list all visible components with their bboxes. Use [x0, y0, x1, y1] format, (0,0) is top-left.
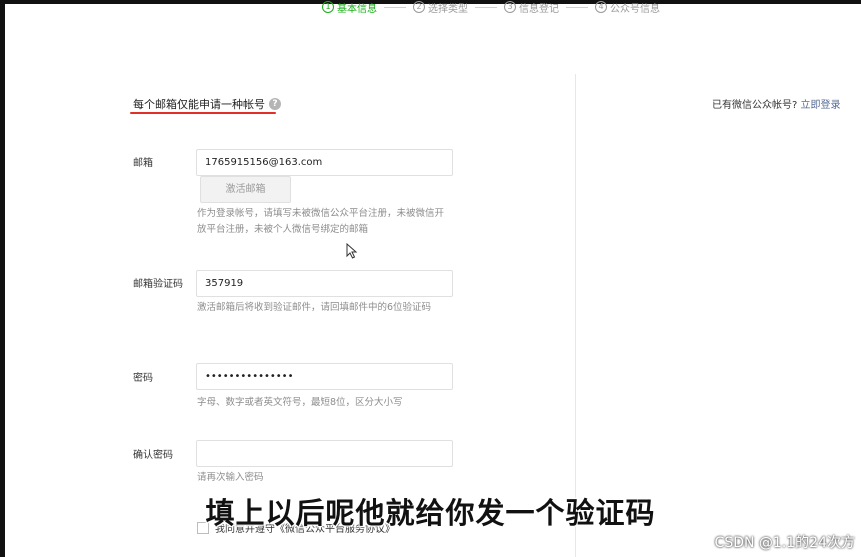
- step-connector: [384, 6, 406, 8]
- step-3-number: 3: [504, 1, 516, 13]
- step-3-label: 信息登记: [519, 3, 559, 15]
- email-label: 邮箱: [133, 158, 153, 169]
- help-icon[interactable]: ?: [269, 98, 281, 110]
- code-hint: 激活邮箱后将收到验证邮件，请回填邮件中的6位验证码: [197, 302, 432, 313]
- step-2-number: 2: [413, 1, 425, 13]
- step-4-label: 公众号信息: [610, 3, 660, 15]
- email-notice: 每个邮箱仅能申请一种帐号 ?: [133, 96, 281, 112]
- step-2: 2 选择类型: [413, 0, 468, 15]
- step-progress: 1 基本信息 2 选择类型 3 信息登记 4 公众号信息: [322, 0, 660, 15]
- step-1: 1 基本信息: [322, 0, 377, 15]
- step-connector: [566, 6, 588, 8]
- confirm-password-hint: 请再次输入密码: [197, 472, 264, 483]
- password-label: 密码: [133, 373, 153, 384]
- email-hint: 作为登录帐号，请填写未被微信公众平台注册，未被微信开放平台注册，未被个人微信号绑…: [197, 208, 445, 235]
- code-label: 邮箱验证码: [133, 279, 183, 290]
- left-edge-bar: [0, 0, 5, 557]
- confirm-password-label: 确认密码: [133, 450, 173, 461]
- step-1-label: 基本信息: [337, 3, 377, 15]
- password-input[interactable]: •••••••••••••••: [196, 363, 453, 390]
- code-input[interactable]: 357919: [196, 270, 453, 297]
- step-1-number: 1: [322, 1, 334, 13]
- red-annotation-underline: [130, 112, 276, 114]
- activate-email-button[interactable]: 激活邮箱: [200, 176, 291, 203]
- login-link[interactable]: 立即登录: [801, 100, 841, 111]
- step-connector: [475, 6, 497, 8]
- step-3: 3 信息登记: [504, 0, 559, 15]
- confirm-password-input[interactable]: [196, 440, 453, 467]
- password-hint: 字母、数字或者英文符号，最短8位，区分大小写: [197, 397, 403, 408]
- step-4-number: 4: [595, 1, 607, 13]
- csdn-watermark: CSDN @1.1的24次方: [714, 535, 855, 551]
- email-input[interactable]: 1765915156@163.com: [196, 149, 453, 176]
- step-4: 4 公众号信息: [595, 0, 660, 15]
- login-prompt-text: 已有微信公众帐号?: [712, 100, 798, 111]
- login-prompt: 已有微信公众帐号? 立即登录: [712, 96, 841, 111]
- email-notice-text: 每个邮箱仅能申请一种帐号: [133, 98, 265, 111]
- mouse-cursor-icon: [346, 243, 358, 259]
- video-subtitle: 填上以后呢他就给你发一个验证码: [205, 496, 656, 530]
- step-2-label: 选择类型: [428, 3, 468, 15]
- column-divider: [575, 74, 576, 557]
